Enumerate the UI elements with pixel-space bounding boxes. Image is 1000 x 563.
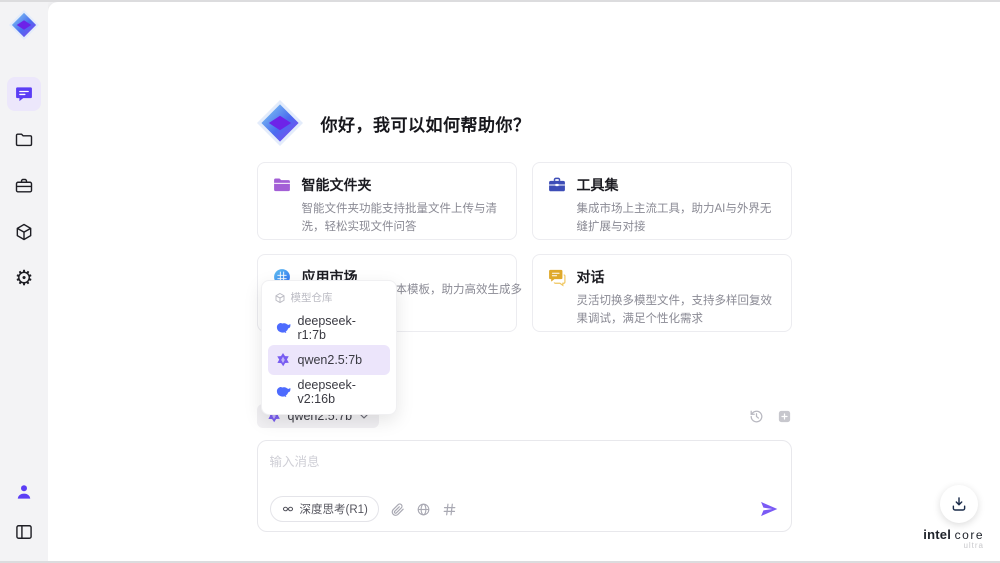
- chat-bubble-icon: [16, 87, 32, 102]
- panel-layout-icon: [16, 525, 32, 539]
- download-icon: [952, 497, 966, 511]
- toolset-icon: [548, 177, 565, 192]
- message-input[interactable]: [269, 451, 779, 496]
- composer: 深度思考(R1): [256, 440, 792, 532]
- card-description: 智能文件夹功能支持批量文件上传与清洗，轻松实现文件问答: [301, 203, 498, 233]
- new-chat-icon[interactable]: [777, 409, 792, 424]
- model-option-label: deepseek-r1:7b: [297, 314, 356, 342]
- smart-folder-icon: [273, 178, 290, 192]
- sidebar-item-chat[interactable]: [7, 77, 41, 111]
- qwen-icon: [276, 353, 289, 367]
- gear-icon: ⚙: [14, 265, 34, 290]
- card-title: 对话: [576, 269, 605, 285]
- card-title: 智能文件夹: [301, 177, 372, 193]
- knowledge-base-icon[interactable]: [442, 502, 457, 517]
- sidebar-item-apps[interactable]: [7, 215, 41, 249]
- card-toolset[interactable]: 工具集 集成市场上主流工具，助力AI与外界无缝扩展与对接: [531, 162, 792, 240]
- model-dropdown-header: 模型仓库: [268, 286, 390, 311]
- intel-tier-text: ultra: [963, 541, 984, 551]
- greeting-text: 你好，我可以如何帮助你？: [320, 115, 531, 135]
- model-option-deepseek-r1[interactable]: deepseek-r1:7b: [268, 313, 390, 343]
- sidebar-item-folders[interactable]: [7, 123, 41, 157]
- model-option-qwen[interactable]: qwen2.5:7b: [267, 345, 390, 375]
- card-description: 灵活切换多模型文件，支持多样回复效果调试，满足个性化需求: [576, 295, 773, 325]
- sidebar-item-settings[interactable]: ⚙: [7, 261, 41, 295]
- intel-product-text: core: [954, 527, 984, 542]
- model-option-label: qwen2.5:7b: [297, 353, 363, 367]
- model-dropdown: 模型仓库 deepseek-r1:7b qwen2.5:7b deepseek-…: [260, 280, 397, 415]
- assistant-logo-icon: [256, 100, 303, 146]
- paperclip-icon[interactable]: [390, 502, 405, 517]
- card-smart-folder[interactable]: 智能文件夹 智能文件夹功能支持批量文件上传与清洗，轻松实现文件问答: [256, 162, 517, 240]
- sidebar-item-collapse[interactable]: [7, 515, 41, 549]
- intel-brand-text: intel: [923, 526, 952, 542]
- sidebar: ⚙: [0, 0, 48, 563]
- card-description: 集成市场上主流工具，助力AI与外界无缝扩展与对接: [576, 203, 772, 233]
- model-option-deepseek-v2[interactable]: deepseek-v2:16b: [268, 377, 390, 407]
- user-icon: [17, 485, 31, 499]
- history-icon[interactable]: [749, 409, 764, 424]
- greeting: 你好，我可以如何帮助你？: [256, 100, 792, 146]
- repository-icon: [275, 292, 284, 303]
- intel-core-badge: intel core ultra: [923, 526, 984, 551]
- main-panel: 你好，我可以如何帮助你？ 智能文件夹 智能文件夹功能支持批量文件上传与清洗，轻松…: [48, 2, 1000, 561]
- app-logo-icon[interactable]: [9, 10, 39, 40]
- card-dialogue[interactable]: 对话 灵活切换多模型文件，支持多样回复效果调试，满足个性化需求: [531, 254, 792, 332]
- deepseek-whale-icon: [276, 387, 290, 397]
- card-title: 工具集: [576, 177, 619, 193]
- dialogue-icon: [548, 269, 565, 287]
- deep-think-label: 深度思考(R1): [299, 504, 368, 516]
- send-icon[interactable]: [759, 499, 779, 519]
- deep-think-icon: [282, 506, 293, 512]
- folder-icon: [15, 133, 33, 147]
- card-description-fragment: 本模板，助力高效生成多: [395, 284, 523, 296]
- sidebar-item-toolset[interactable]: [7, 169, 41, 203]
- sidebar-item-account[interactable]: [7, 475, 41, 509]
- deepseek-whale-icon: [276, 323, 290, 333]
- download-button[interactable]: [940, 485, 978, 523]
- model-option-label: deepseek-v2:16b: [297, 378, 356, 406]
- globe-icon[interactable]: [416, 502, 431, 517]
- briefcase-icon: [15, 178, 33, 193]
- deep-think-toggle[interactable]: 深度思考(R1): [269, 496, 379, 522]
- cube-icon: [16, 223, 32, 241]
